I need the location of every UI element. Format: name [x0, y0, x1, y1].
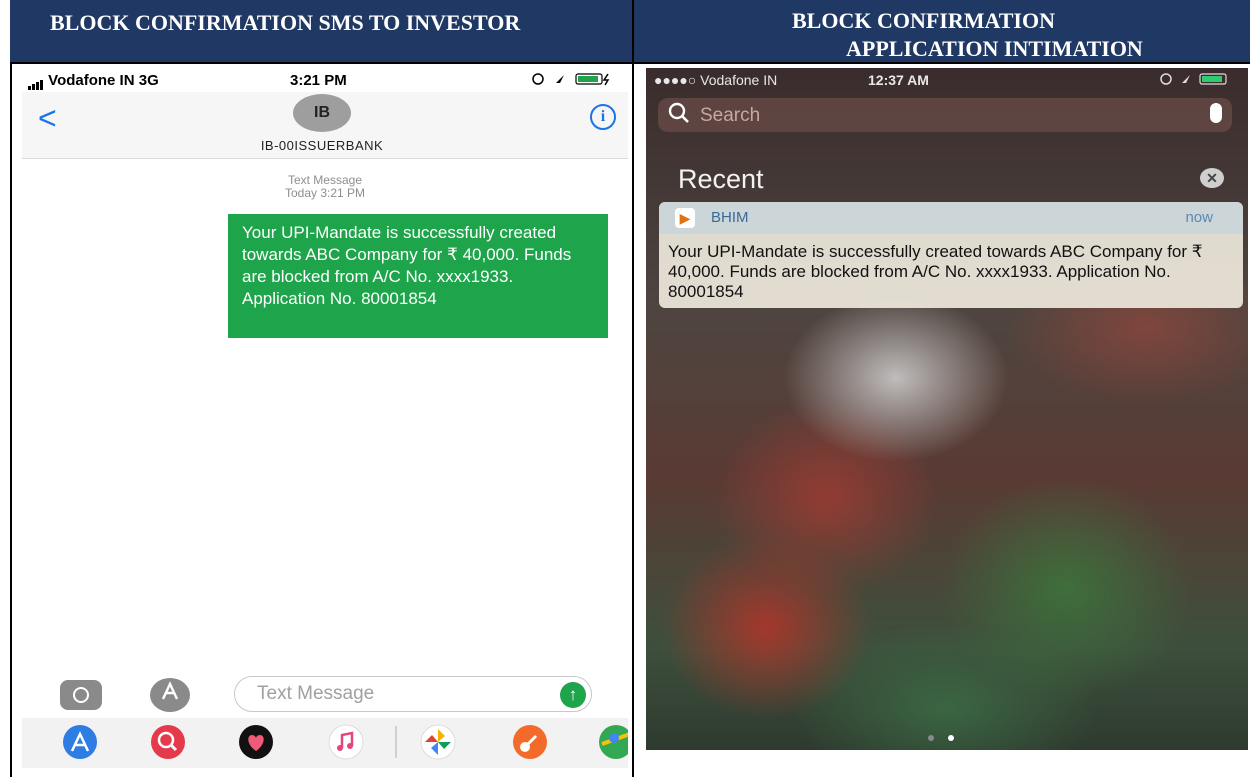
notification-search-bar[interactable]: Search — [658, 98, 1232, 132]
notification-app-name: BHIM — [711, 209, 749, 226]
send-arrow-icon[interactable]: ↑ — [560, 682, 586, 708]
battery-icon — [1158, 72, 1238, 89]
search-placeholder: Search — [700, 105, 761, 126]
dock-separator — [395, 726, 397, 758]
bhim-app-icon: ▶ — [675, 208, 695, 228]
sms-message-bubble[interactable]: Your UPI-Mandate is successfully created… — [228, 214, 608, 338]
status-bar: ●●●●○ Vodafone IN 12:37 AM — [646, 68, 1248, 90]
notification-time: now — [1185, 209, 1213, 226]
left-border — [10, 62, 12, 777]
music-dock-icon[interactable] — [322, 724, 370, 760]
app-store-dock-icon[interactable] — [56, 724, 104, 760]
bhim-notification-card[interactable]: ▶ BHIM now Your UPI-Mandate is successfu… — [659, 202, 1243, 308]
column-divider — [632, 0, 634, 777]
search-icon — [668, 100, 690, 132]
photos-dock-icon[interactable] — [414, 724, 462, 760]
app-drawer — [22, 718, 628, 768]
back-chevron-icon[interactable]: < — [38, 102, 57, 134]
page-indicator[interactable] — [928, 728, 968, 741]
conversation-header: < IB IB-00ISSUERBANK i — [22, 92, 628, 159]
heart-app-dock-icon[interactable] — [232, 724, 280, 760]
left-header-title: BLOCK CONFIRMATION SMS TO INVESTOR — [50, 10, 521, 35]
microphone-icon[interactable] — [1210, 103, 1222, 123]
app-store-icon[interactable] — [150, 678, 190, 712]
contact-name[interactable]: IB-00ISSUERBANK — [22, 138, 622, 153]
message-input[interactable]: Text Message — [234, 676, 592, 712]
search-images-dock-icon[interactable] — [144, 724, 192, 760]
right-column-header: BLOCK CONFIRMATION APPLICATION INTIMATIO… — [634, 0, 1250, 62]
carrier-text: ●●●●○ Vodafone IN — [654, 72, 778, 88]
status-bar: Vodafone IN 3G 3:21 PM — [22, 68, 628, 92]
notification-header: ▶ BHIM now — [659, 202, 1243, 234]
contact-avatar[interactable]: IB — [293, 94, 351, 132]
camera-icon[interactable] — [60, 680, 102, 710]
message-composer: Text Message ↑ — [22, 672, 628, 716]
battery-icon — [530, 72, 620, 90]
guitar-app-dock-icon[interactable] — [506, 724, 554, 760]
left-column-header: BLOCK CONFIRMATION SMS TO INVESTOR — [10, 0, 632, 62]
info-icon[interactable]: i — [590, 104, 616, 130]
notification-body: Your UPI-Mandate is successfully created… — [668, 242, 1203, 301]
message-timestamp: Today 3:21 PM — [284, 186, 366, 200]
right-header-title-line1: BLOCK CONFIRMATION — [792, 8, 1055, 33]
maps-dock-icon[interactable] — [592, 724, 628, 760]
clear-notifications-icon[interactable]: ✕ — [1200, 168, 1224, 188]
carrier-text: Vodafone IN 3G — [48, 72, 159, 89]
right-header-title-line2: APPLICATION INTIMATION — [846, 36, 1143, 61]
signal-icon — [28, 73, 44, 90]
carrier-label: Vodafone IN 3G — [28, 72, 159, 90]
status-time: 12:37 AM — [868, 72, 929, 88]
header-divider — [10, 62, 1250, 64]
section-title: Recent — [678, 164, 764, 194]
sms-screenshot: Vodafone IN 3G 3:21 PM < IB IB-00ISSUERB… — [22, 68, 628, 768]
message-meta: Text Message Today 3:21 PM — [22, 174, 628, 200]
notification-screenshot: ●●●●○ Vodafone IN 12:37 AM Search Recent… — [646, 68, 1248, 750]
status-time: 3:21 PM — [290, 72, 347, 89]
comparison-table: BLOCK CONFIRMATION SMS TO INVESTOR BLOCK… — [10, 0, 1250, 777]
